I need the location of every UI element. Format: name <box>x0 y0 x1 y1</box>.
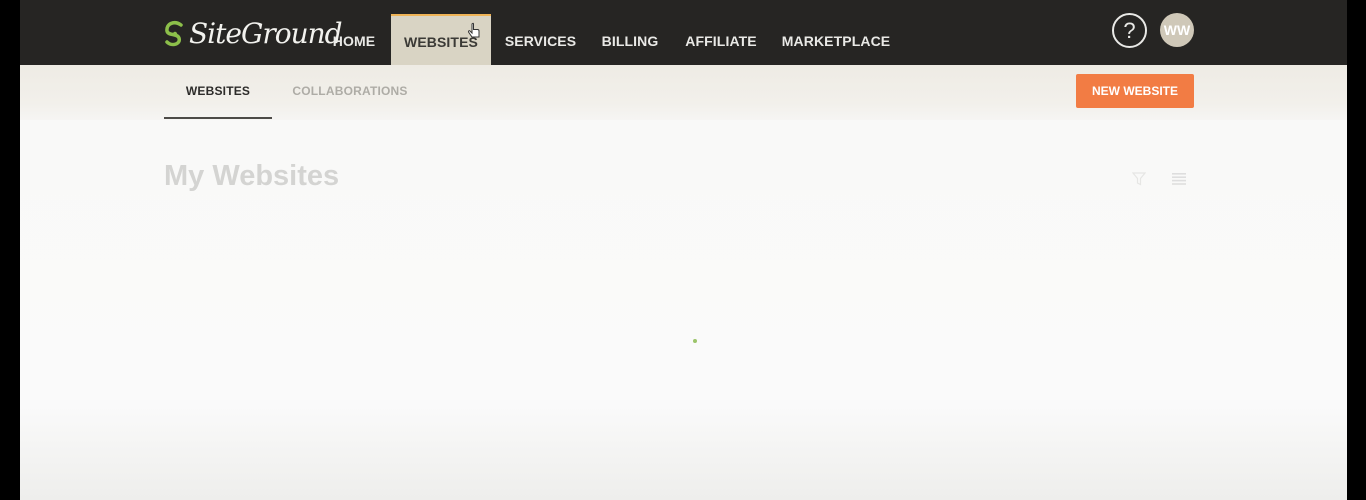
siteground-logo-icon <box>165 21 183 47</box>
help-button[interactable]: ? <box>1112 13 1147 48</box>
nav-home[interactable]: HOME <box>326 14 382 65</box>
tab-collaborations[interactable]: COLLABORATIONS <box>290 65 410 117</box>
loading-spinner <box>693 339 697 343</box>
nav-billing[interactable]: BILLING <box>595 14 665 65</box>
new-website-button[interactable]: NEW WEBSITE <box>1076 74 1194 108</box>
main-content: My Websites <box>20 120 1347 500</box>
list-view-icon[interactable] <box>1172 173 1186 185</box>
siteground-logo[interactable]: SiteGround <box>164 16 343 52</box>
brand-name: SiteGround <box>189 17 343 50</box>
question-mark-icon: ? <box>1123 17 1136 43</box>
filter-icon[interactable] <box>1132 172 1146 186</box>
page-title: My Websites <box>164 160 340 192</box>
nav-marketplace[interactable]: MARKETPLACE <box>780 14 892 65</box>
tab-websites[interactable]: WEBSITES <box>164 65 272 119</box>
nav-affiliate[interactable]: AFFILIATE <box>680 14 762 65</box>
sub-navigation-bar: WEBSITES COLLABORATIONS NEW WEBSITE <box>20 65 1347 120</box>
hand-cursor-icon <box>468 22 480 38</box>
user-avatar[interactable]: WW <box>1160 13 1194 47</box>
nav-services[interactable]: SERVICES <box>498 14 583 65</box>
top-navigation-bar: SiteGround HOME WEBSITES SERVICES BILLIN… <box>20 0 1347 65</box>
app-window: SiteGround HOME WEBSITES SERVICES BILLIN… <box>20 0 1347 500</box>
